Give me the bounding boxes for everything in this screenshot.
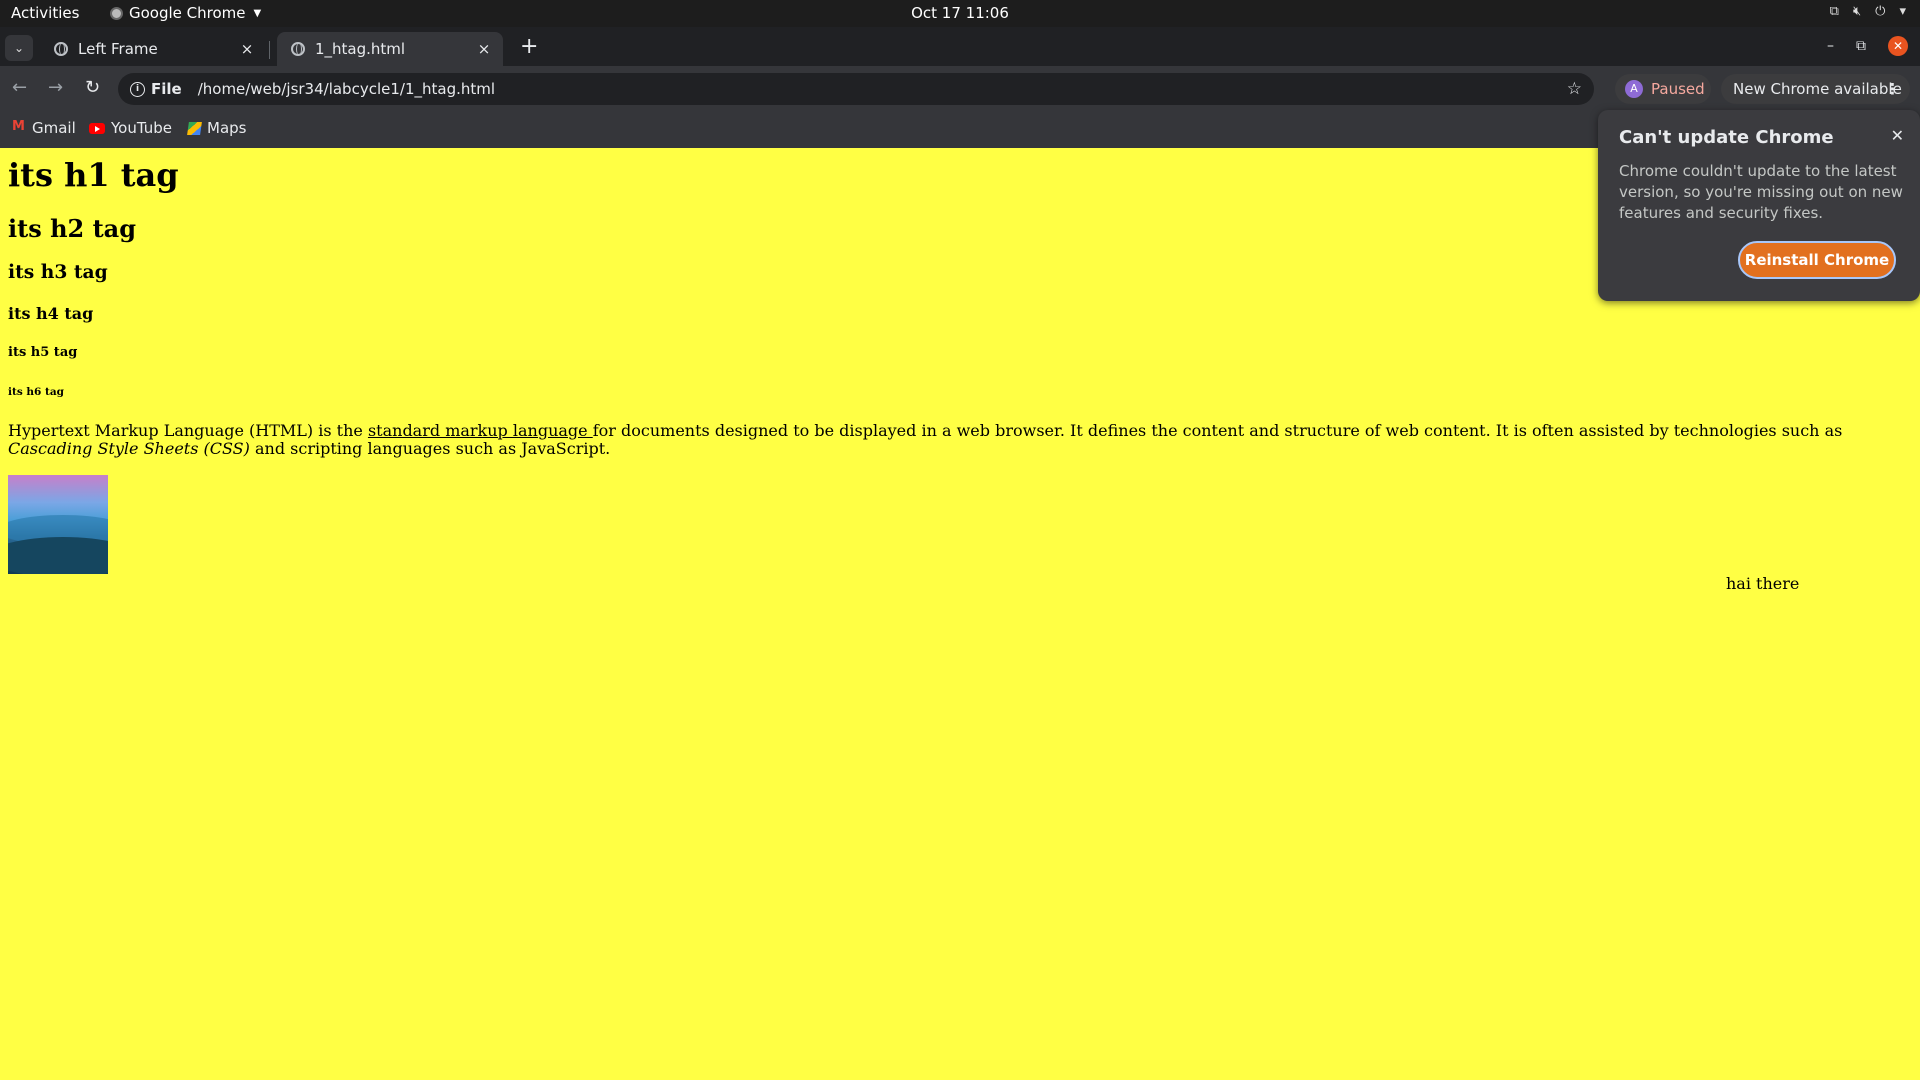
globe-icon: [54, 42, 68, 56]
para-text-end: and scripting languages such as JavaScri…: [249, 439, 611, 458]
hai-there-text: hai there: [1726, 574, 1800, 593]
heading-h2: its h2 tag: [8, 214, 136, 243]
close-icon[interactable]: ✕: [1891, 126, 1904, 145]
globe-icon: [291, 42, 305, 56]
power-icon: ⏻: [1875, 4, 1886, 19]
chevron-down-icon: ⌄: [13, 41, 25, 55]
html-paragraph: Hypertext Markup Language (HTML) is the …: [8, 422, 1912, 458]
minimize-button[interactable]: –: [1827, 38, 1834, 54]
update-error-popup: Can't update Chrome ✕ Chrome couldn't up…: [1598, 110, 1920, 301]
close-icon[interactable]: ×: [238, 40, 256, 58]
clock[interactable]: Oct 17 11:06: [911, 4, 1009, 22]
address-bar[interactable]: i File /home/web/jsr34/labcycle1/1_htag.…: [118, 73, 1594, 105]
bookmark-label: YouTube: [111, 119, 172, 137]
new-chrome-available-button[interactable]: New Chrome available ⋮: [1721, 74, 1910, 104]
system-tray[interactable]: ⧉ 🔇︎ ⏻ ▾: [1830, 4, 1906, 19]
youtube-icon: [89, 122, 105, 134]
app-name: Google Chrome: [129, 4, 246, 22]
tab-1-htag[interactable]: 1_htag.html ×: [277, 32, 503, 66]
popup-message: Chrome couldn't update to the latest ver…: [1619, 162, 1903, 222]
tab-title: 1_htag.html: [315, 40, 406, 58]
app-menu[interactable]: Google Chrome ▼: [110, 4, 261, 22]
network-icon: ⧉: [1829, 4, 1839, 19]
info-icon[interactable]: i: [130, 81, 145, 97]
para-text-middle: for documents designed to be displayed i…: [592, 421, 1843, 440]
css-italic-text: Cascading Style Sheets (CSS): [8, 439, 250, 458]
tab-strip: ⌄ Left Frame × 1_htag.html × + – ⧉ ✕: [0, 27, 1920, 66]
tray-caret-icon: ▾: [1899, 4, 1906, 19]
close-icon[interactable]: ×: [475, 40, 493, 58]
activities-button[interactable]: Activities: [11, 4, 79, 22]
update-label: New Chrome available: [1733, 80, 1902, 98]
caret-down-icon: ▼: [253, 7, 262, 19]
kebab-menu-icon[interactable]: ⋮: [1885, 80, 1900, 98]
para-text-start: Hypertext Markup Language (HTML) is the: [8, 421, 368, 440]
window-close-button[interactable]: ✕: [1888, 36, 1908, 56]
system-top-bar: Activities Google Chrome ▼ Oct 17 11:06 …: [0, 0, 1920, 27]
volume-muted-icon: 🔇︎: [1852, 4, 1862, 19]
profile-status: Paused: [1651, 80, 1705, 98]
tab-title: Left Frame: [78, 40, 158, 58]
heading-h4: its h4 tag: [8, 304, 94, 323]
heading-h1: its h1 tag: [8, 156, 179, 194]
bookmark-label: Gmail: [32, 119, 76, 137]
heading-h6: its h6 tag: [8, 386, 64, 398]
gmail-icon: [12, 119, 26, 134]
heading-h5: its h5 tag: [8, 345, 78, 360]
maps-icon: [187, 121, 202, 135]
back-arrow-icon[interactable]: ←: [12, 77, 27, 98]
chrome-icon: [110, 6, 123, 20]
window-controls: – ⧉ ✕: [1827, 36, 1908, 56]
new-tab-button[interactable]: +: [520, 36, 538, 58]
standard-markup-language-link[interactable]: standard markup language: [368, 421, 593, 440]
bookmark-star-icon[interactable]: ☆: [1567, 79, 1582, 99]
reload-icon[interactable]: ↻: [85, 77, 100, 98]
tab-left-frame[interactable]: Left Frame ×: [40, 32, 266, 66]
bookmark-gmail[interactable]: Gmail: [12, 119, 76, 138]
tab-separator: [269, 41, 270, 59]
bookmark-youtube[interactable]: YouTube: [89, 119, 172, 137]
avatar: A: [1625, 80, 1643, 98]
popup-title: Can't update Chrome: [1619, 127, 1834, 148]
profile-paused-button[interactable]: A Paused: [1615, 74, 1711, 104]
scheme-chip[interactable]: File: [151, 80, 182, 98]
url-text[interactable]: /home/web/jsr34/labcycle1/1_htag.html: [198, 80, 495, 98]
tab-search-button[interactable]: ⌄: [5, 35, 33, 61]
mountain-landscape-image: [8, 475, 108, 574]
restore-button[interactable]: ⧉: [1856, 38, 1866, 54]
heading-h3: its h3 tag: [8, 261, 108, 283]
bookmark-label: Maps: [207, 119, 247, 137]
reinstall-chrome-button[interactable]: Reinstall Chrome: [1738, 241, 1896, 279]
forward-arrow-icon[interactable]: →: [48, 77, 63, 98]
bookmark-maps[interactable]: Maps: [187, 119, 247, 137]
browser-toolbar: ← → ↻ i File /home/web/jsr34/labcycle1/1…: [0, 66, 1920, 112]
